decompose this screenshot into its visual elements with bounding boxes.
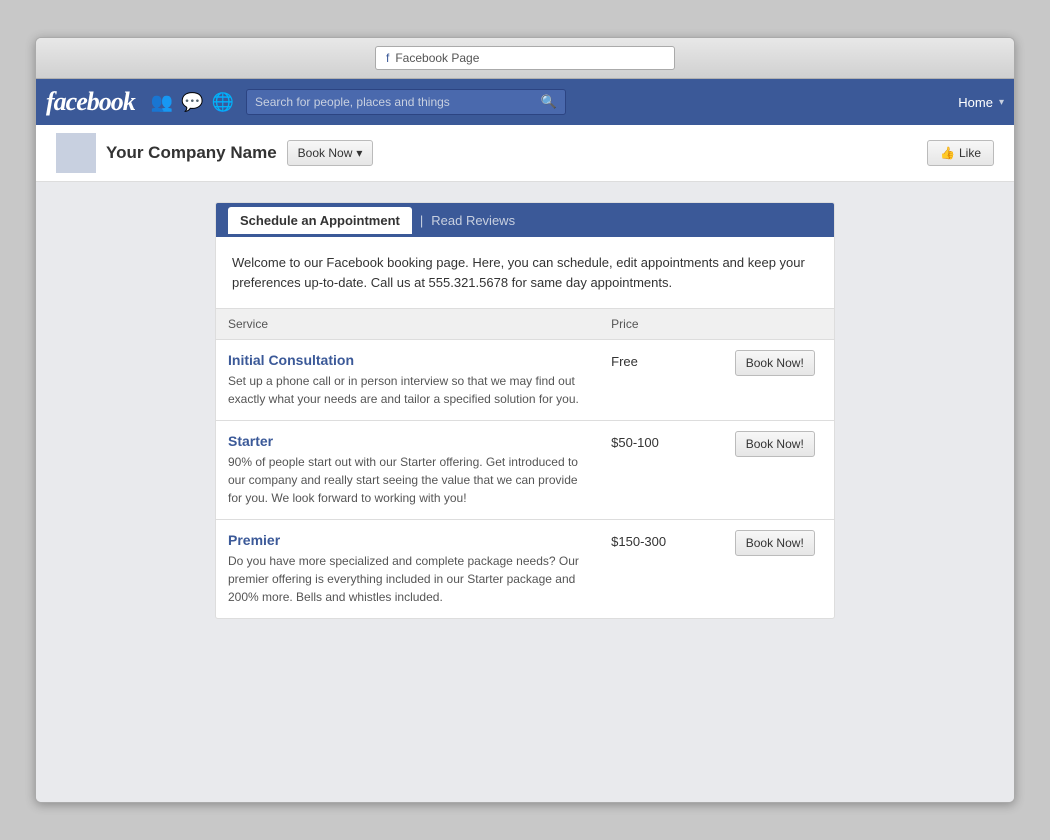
- address-bar-text: Facebook Page: [395, 51, 479, 65]
- price-cell: Free: [599, 340, 723, 421]
- service-cell: Starter 90% of people start out with our…: [216, 421, 599, 520]
- services-list: Initial Consultation Set up a phone call…: [216, 340, 834, 619]
- table-row: Starter 90% of people start out with our…: [216, 421, 834, 520]
- browser-chrome: f Facebook Page: [36, 38, 1014, 79]
- service-cell: Premier Do you have more specialized and…: [216, 520, 599, 619]
- service-col-header: Service: [216, 309, 599, 340]
- welcome-text: Welcome to our Facebook booking page. He…: [232, 253, 818, 292]
- action-cell: Book Now!: [723, 340, 834, 421]
- address-bar: f Facebook Page: [375, 46, 675, 70]
- table-row: Premier Do you have more specialized and…: [216, 520, 834, 619]
- book-now-service-button[interactable]: Book Now!: [735, 431, 815, 457]
- search-input[interactable]: [255, 95, 541, 109]
- facebook-favicon: f: [386, 51, 389, 65]
- company-logo: [56, 133, 96, 173]
- services-table: Service Price Initial Consultation Set u…: [216, 309, 834, 618]
- nav-icons: 👥 💬 🌐: [151, 92, 234, 113]
- price-cell: $150-300: [599, 520, 723, 619]
- action-cell: Book Now!: [723, 421, 834, 520]
- messages-icon[interactable]: 💬: [181, 92, 203, 113]
- search-button[interactable]: 🔍: [541, 94, 557, 110]
- globe-icon[interactable]: 🌐: [212, 92, 234, 113]
- action-col-header: [723, 309, 834, 340]
- home-link[interactable]: Home: [958, 95, 993, 110]
- book-now-service-button[interactable]: Book Now!: [735, 350, 815, 376]
- like-icon: 👍: [940, 146, 955, 160]
- service-name[interactable]: Initial Consultation: [228, 352, 587, 368]
- tab-separator: |: [420, 213, 423, 228]
- service-name[interactable]: Premier: [228, 532, 587, 548]
- book-now-service-button[interactable]: Book Now!: [735, 530, 815, 556]
- service-description: 90% of people start out with our Starter…: [228, 455, 578, 505]
- tab-schedule[interactable]: Schedule an Appointment: [228, 207, 412, 234]
- tab-read-reviews[interactable]: Read Reviews: [431, 213, 515, 228]
- nav-dropdown-arrow[interactable]: ▾: [999, 97, 1004, 108]
- content-panel: Schedule an Appointment | Read Reviews W…: [215, 202, 835, 619]
- facebook-navbar: facebook 👥 💬 🌐 🔍 Home ▾: [36, 79, 1014, 125]
- price-col-header: Price: [599, 309, 723, 340]
- book-now-label: Book Now: [298, 146, 353, 160]
- table-header: Service Price: [216, 309, 834, 340]
- page-header: Your Company Name Book Now ▾ 👍 Like: [36, 125, 1014, 182]
- search-bar[interactable]: 🔍: [246, 89, 566, 115]
- tab-bar: Schedule an Appointment | Read Reviews: [216, 203, 834, 237]
- service-name[interactable]: Starter: [228, 433, 587, 449]
- table-row: Initial Consultation Set up a phone call…: [216, 340, 834, 421]
- price-cell: $50-100: [599, 421, 723, 520]
- like-label: Like: [959, 146, 981, 160]
- browser-window: f Facebook Page facebook 👥 💬 🌐 🔍 Home ▾ …: [35, 37, 1015, 803]
- company-name: Your Company Name: [106, 143, 277, 163]
- service-cell: Initial Consultation Set up a phone call…: [216, 340, 599, 421]
- facebook-logo: facebook: [46, 87, 135, 117]
- action-cell: Book Now!: [723, 520, 834, 619]
- like-button[interactable]: 👍 Like: [927, 140, 994, 166]
- service-description: Do you have more specialized and complet…: [228, 554, 579, 604]
- service-description: Set up a phone call or in person intervi…: [228, 374, 579, 406]
- welcome-section: Welcome to our Facebook booking page. He…: [216, 237, 834, 309]
- book-now-button[interactable]: Book Now ▾: [287, 140, 374, 166]
- nav-right: Home ▾: [958, 95, 1004, 110]
- main-content: Schedule an Appointment | Read Reviews W…: [36, 182, 1014, 802]
- friends-icon[interactable]: 👥: [151, 92, 173, 113]
- book-now-arrow: ▾: [356, 146, 362, 160]
